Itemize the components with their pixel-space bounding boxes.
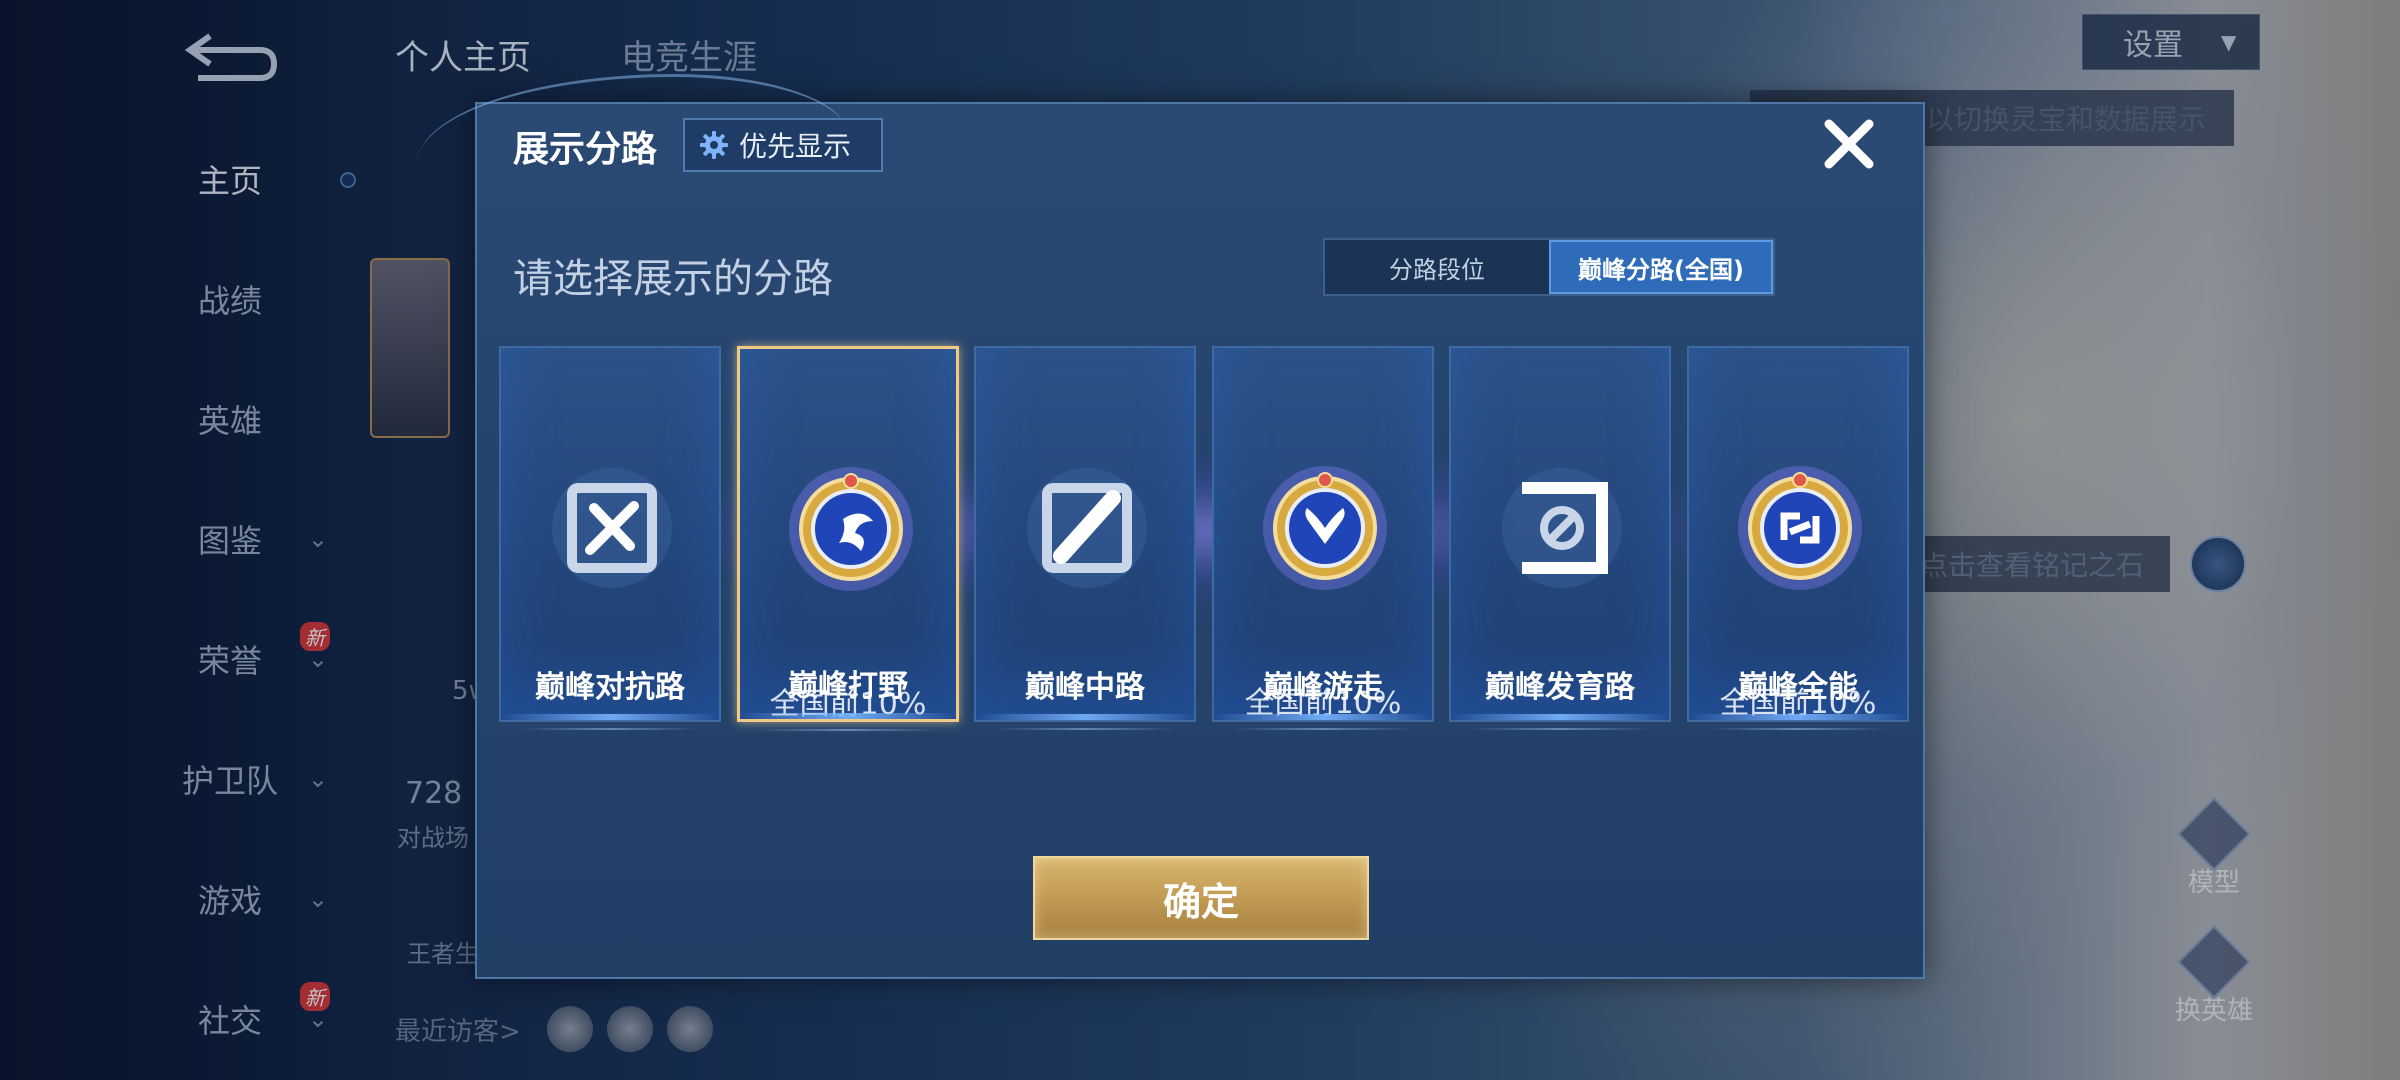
- gear-icon: [700, 131, 728, 159]
- card-bottom-glow: [1451, 714, 1669, 720]
- priority-display-button[interactable]: 优先显示: [683, 118, 883, 172]
- divider: [1469, 728, 1651, 730]
- lane-name: 巅峰打野: [788, 669, 908, 704]
- lane-card[interactable]: 巅峰发育路: [1449, 346, 1671, 730]
- lane-card[interactable]: 全国前10% 巅峰打野: [737, 346, 959, 731]
- lane-display-dialog: 展示分路 优先显示 请选择展示的分路 分路段位 巅峰分路(全国) 巅峰对抗路 全国…: [417, 74, 1925, 979]
- priority-display-label: 优先显示: [739, 130, 852, 163]
- lane-card[interactable]: 全国前10% 巅峰游走: [1212, 346, 1434, 730]
- divider: [1232, 728, 1414, 730]
- lane-card[interactable]: 巅峰中路: [974, 346, 1196, 730]
- close-icon[interactable]: [1819, 114, 1879, 174]
- lane-name: 巅峰发育路: [1485, 670, 1635, 705]
- tab-peak-lane-national[interactable]: 巅峰分路(全国): [1549, 240, 1773, 294]
- card-bottom-glow: [501, 714, 719, 720]
- lane-name: 巅峰游走: [1263, 670, 1383, 705]
- wings-emblem-icon: [1263, 466, 1387, 590]
- confirm-label: 确定: [1162, 879, 1239, 924]
- lane-name: 巅峰中路: [1025, 670, 1145, 705]
- tab-lane-rank[interactable]: 分路段位: [1325, 240, 1549, 294]
- lane-card[interactable]: 巅峰对抗路: [499, 346, 721, 730]
- lane-name: 巅峰对抗路: [535, 670, 685, 705]
- card-bottom-glow: [1689, 714, 1907, 720]
- card-bottom-glow: [976, 714, 1194, 720]
- lane-card-list: 巅峰对抗路 全国前10% 巅峰打野巅峰中路 全国前10% 巅峰游走巅峰发育路 全国前10%…: [499, 346, 1909, 731]
- lane-name: 巅峰全能: [1738, 670, 1858, 705]
- divider: [758, 729, 938, 731]
- dragon-emblem-icon: [789, 467, 913, 591]
- divider: [519, 728, 701, 730]
- swords-icon: [552, 468, 672, 588]
- card-bottom-glow: [740, 713, 956, 719]
- dialog-title: 展示分路: [513, 129, 658, 170]
- all-round-emblem-icon: [1738, 466, 1862, 590]
- confirm-button[interactable]: 确定: [1033, 856, 1369, 940]
- divider: [1707, 728, 1889, 730]
- dialog-subtitle: 请选择展示的分路: [513, 256, 833, 302]
- mid-lane-icon: [1027, 468, 1147, 588]
- bot-lane-icon: [1502, 468, 1622, 588]
- divider: [994, 728, 1176, 730]
- mode-toggle: 分路段位 巅峰分路(全国): [1323, 238, 1775, 296]
- card-bottom-glow: [1214, 714, 1432, 720]
- lane-card[interactable]: 全国前10% 巅峰全能: [1687, 346, 1909, 730]
